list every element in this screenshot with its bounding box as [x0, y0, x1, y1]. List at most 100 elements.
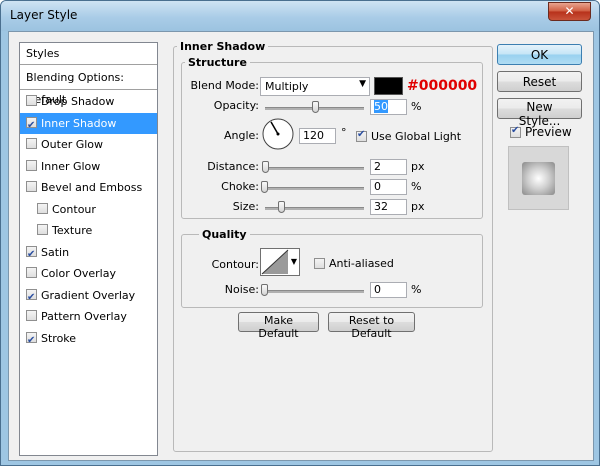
layer-style-dialog: Layer Style ✕ Styles Blending Options: D…	[0, 0, 600, 466]
quality-group	[181, 234, 483, 308]
noise-label: Noise:	[224, 283, 259, 296]
size-label: Size:	[232, 200, 259, 213]
shadow-color-swatch[interactable]	[374, 77, 403, 95]
distance-unit: px	[411, 160, 425, 173]
choke-unit: %	[411, 180, 422, 193]
angle-input[interactable]: 120	[299, 128, 336, 144]
close-icon: ✕	[564, 4, 575, 18]
style-item-checkbox[interactable]	[26, 244, 37, 265]
style-item-texture[interactable]: Texture	[20, 220, 157, 241]
style-item-outer-glow[interactable]: Outer Glow	[20, 134, 157, 155]
distance-value: 2	[374, 160, 381, 173]
opacity-value: 50	[374, 100, 388, 113]
contour-label: Contour:	[211, 258, 259, 271]
opacity-unit: %	[411, 100, 422, 113]
noise-input[interactable]: 0	[370, 282, 407, 298]
distance-slider[interactable]	[265, 167, 364, 170]
contour-picker[interactable]: ▼	[260, 248, 300, 276]
new-style-button[interactable]: New Style...	[497, 98, 582, 128]
styles-list: Styles Blending Options: Default Drop Sh…	[19, 42, 158, 456]
style-item-label: Pattern Overlay	[41, 310, 127, 323]
style-item-checkbox[interactable]	[26, 138, 37, 149]
style-item-checkbox[interactable]	[37, 224, 48, 235]
style-item-label: Color Overlay	[41, 267, 116, 280]
angle-value: 120	[303, 129, 324, 142]
choke-slider[interactable]	[265, 187, 364, 190]
use-global-light-checkbox[interactable]	[356, 129, 367, 142]
distance-label: Distance:	[207, 160, 259, 173]
anti-aliased-checkbox[interactable]	[314, 258, 325, 269]
noise-slider-thumb[interactable]	[261, 284, 268, 296]
preview-checkbox[interactable]	[510, 125, 521, 138]
style-item-satin[interactable]: Satin	[20, 242, 157, 265]
style-item-checkbox[interactable]	[26, 159, 37, 171]
style-item-checkbox[interactable]	[26, 310, 37, 321]
choke-input[interactable]: 0	[370, 179, 407, 195]
style-item-stroke[interactable]: Stroke	[20, 328, 157, 351]
structure-title: Structure	[185, 56, 250, 69]
window-title: Layer Style	[10, 8, 78, 22]
style-item-inner-shadow[interactable]: Inner Shadow	[20, 112, 157, 136]
inner-shadow-title: Inner Shadow	[177, 40, 269, 53]
style-item-label: Contour	[52, 202, 96, 216]
angle-unit: °	[341, 126, 347, 139]
distance-slider-thumb[interactable]	[262, 161, 269, 173]
style-item-inner-glow[interactable]: Inner Glow	[20, 156, 157, 177]
contour-chevron-down-icon[interactable]: ▼	[291, 257, 297, 266]
reset-button[interactable]: Reset	[497, 71, 582, 92]
color-hex-text: #000000	[407, 78, 478, 94]
angle-label: Angle:	[223, 129, 259, 142]
style-item-label: Satin	[41, 245, 70, 259]
close-button[interactable]: ✕	[548, 2, 591, 21]
style-item-label: Bevel and Emboss	[41, 181, 143, 194]
chevron-down-icon: ▼	[359, 79, 366, 89]
preview-label: Preview	[525, 125, 572, 139]
ok-button[interactable]: OK	[497, 44, 582, 65]
style-item-label: Stroke	[41, 331, 77, 345]
style-item-label: Drop Shadow	[41, 95, 115, 108]
noise-value: 0	[374, 283, 381, 296]
styles-header[interactable]: Styles	[20, 43, 157, 65]
style-item-label: Gradient Overlay	[41, 288, 136, 302]
style-item-checkbox[interactable]	[26, 115, 37, 136]
noise-slider[interactable]	[265, 290, 364, 293]
choke-label: Choke:	[221, 180, 259, 193]
style-item-color-overlay[interactable]: Color Overlay	[20, 263, 157, 284]
noise-unit: %	[411, 283, 422, 296]
opacity-input[interactable]: 50	[370, 99, 407, 115]
make-default-button[interactable]: Make Default	[238, 312, 319, 340]
style-item-gradient-overlay[interactable]: Gradient Overlay	[20, 285, 157, 308]
blending-options-item[interactable]: Blending Options: Default	[20, 67, 157, 106]
style-item-label: Outer Glow	[41, 138, 104, 151]
choke-slider-thumb[interactable]	[261, 181, 268, 193]
style-item-label: Inner Shadow	[41, 116, 117, 130]
style-item-checkbox[interactable]	[26, 330, 37, 351]
distance-input[interactable]: 2	[370, 159, 407, 175]
style-item-checkbox[interactable]	[26, 95, 37, 106]
anti-aliased-label: Anti-aliased	[329, 257, 394, 270]
contour-curve-icon	[261, 249, 289, 275]
style-item-contour[interactable]: Contour	[20, 199, 157, 220]
blend-mode-label: Blend Mode:	[190, 79, 260, 92]
size-input[interactable]: 32	[370, 199, 407, 215]
style-item-checkbox[interactable]	[37, 202, 48, 214]
size-slider-thumb[interactable]	[278, 201, 285, 213]
style-item-checkbox[interactable]	[26, 181, 37, 192]
style-item-label: Inner Glow	[41, 159, 101, 173]
opacity-label: Opacity:	[213, 99, 259, 112]
styles-header-label: Styles	[26, 47, 60, 60]
style-item-checkbox[interactable]	[26, 287, 37, 308]
blend-mode-value: Multiply	[265, 80, 309, 93]
blend-mode-select[interactable]: Multiply ▼	[260, 77, 370, 96]
title-bar[interactable]: Layer Style ✕	[1, 1, 599, 31]
angle-dial[interactable]	[261, 117, 295, 151]
reset-to-default-button[interactable]: Reset to Default	[328, 312, 415, 340]
size-unit: px	[411, 200, 425, 213]
style-item-label: Texture	[52, 224, 93, 237]
style-item-drop-shadow[interactable]: Drop Shadow	[20, 91, 157, 112]
style-item-checkbox[interactable]	[26, 267, 37, 278]
opacity-slider-thumb[interactable]	[311, 101, 319, 113]
preview-swatch	[522, 162, 555, 195]
style-item-bevel-and-emboss[interactable]: Bevel and Emboss	[20, 177, 157, 198]
style-item-pattern-overlay[interactable]: Pattern Overlay	[20, 306, 157, 327]
